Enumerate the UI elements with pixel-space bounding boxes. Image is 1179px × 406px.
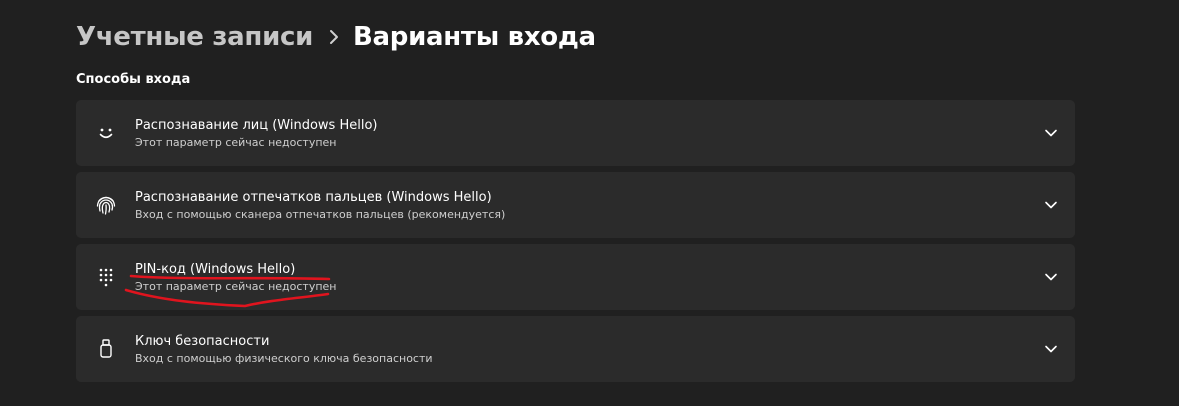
- page-title: Варианты входа: [353, 22, 596, 52]
- chevron-down-icon[interactable]: [1043, 341, 1059, 357]
- breadcrumb-parent-link[interactable]: Учетные записи: [76, 22, 313, 52]
- pin-keypad-icon: [94, 265, 118, 289]
- security-key-icon: [94, 337, 118, 361]
- face-icon: [94, 121, 118, 145]
- chevron-down-icon[interactable]: [1043, 197, 1059, 213]
- option-subtitle: Этот параметр сейчас недоступен: [135, 280, 337, 293]
- option-title: Ключ безопасности: [135, 334, 270, 349]
- chevron-right-icon: [329, 29, 339, 45]
- option-subtitle: Вход с помощью сканера отпечатков пальце…: [135, 208, 506, 221]
- option-title: Распознавание отпечатков пальцев (Window…: [135, 190, 492, 205]
- chevron-down-icon[interactable]: [1043, 269, 1059, 285]
- option-face-recognition[interactable]: Распознавание лиц (Windows Hello) Этот п…: [76, 100, 1075, 166]
- option-title: Распознавание лиц (Windows Hello): [135, 118, 378, 133]
- fingerprint-icon: [94, 193, 118, 217]
- option-subtitle: Вход с помощью физического ключа безопас…: [135, 352, 433, 365]
- option-subtitle: Этот параметр сейчас недоступен: [135, 136, 337, 149]
- settings-page: Учетные записи Варианты входа Способы вх…: [0, 0, 1179, 406]
- section-title: Способы входа: [76, 72, 191, 87]
- breadcrumb: Учетные записи Варианты входа: [76, 14, 596, 60]
- chevron-down-icon[interactable]: [1043, 125, 1059, 141]
- option-fingerprint[interactable]: Распознавание отпечатков пальцев (Window…: [76, 172, 1075, 238]
- option-pin[interactable]: PIN-код (Windows Hello) Этот параметр се…: [76, 244, 1075, 310]
- option-security-key[interactable]: Ключ безопасности Вход с помощью физичес…: [76, 316, 1075, 382]
- option-title: PIN-код (Windows Hello): [135, 262, 296, 277]
